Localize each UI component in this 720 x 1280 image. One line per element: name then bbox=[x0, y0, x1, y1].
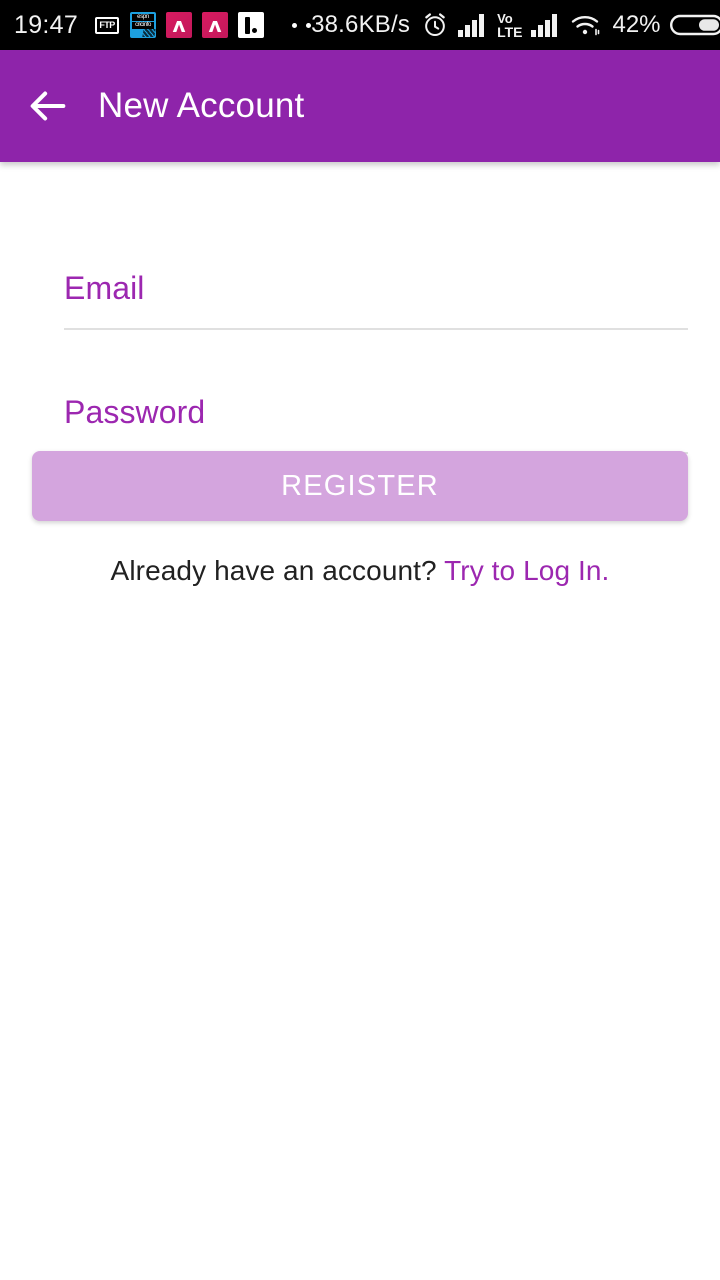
system-status-icons: 38.6KB/s Vo LTE 42% bbox=[311, 11, 720, 39]
ftp-icon-label: FTP bbox=[95, 16, 120, 34]
bar-note-icon-bar bbox=[245, 17, 251, 34]
email-field-label: Email bbox=[64, 270, 145, 306]
wifi-icon bbox=[572, 16, 600, 36]
overflow-dot bbox=[292, 22, 298, 28]
battery-percent-label: 42% bbox=[612, 11, 661, 38]
email-field-group: Email bbox=[64, 272, 688, 330]
acrobat-icon-1: ʌ bbox=[166, 12, 193, 38]
notification-icons: FTP espn cricinfo ʌ ʌ bbox=[94, 12, 312, 38]
network-speed-label: 38.6KB/s bbox=[311, 11, 411, 38]
app-bar: New Account bbox=[0, 50, 720, 162]
status-clock: 19:47 bbox=[14, 10, 79, 39]
volte-icon-bottom: LTE bbox=[497, 23, 523, 40]
password-field-label: Password bbox=[64, 394, 206, 430]
bar-note-icon-dot bbox=[252, 28, 258, 33]
signal-bars-sim2-icon bbox=[531, 14, 558, 37]
bar-note-icon bbox=[238, 12, 265, 38]
back-button[interactable] bbox=[0, 50, 96, 162]
page-title: New Account bbox=[98, 86, 305, 125]
espn-icon-ball bbox=[142, 29, 156, 37]
overflow-dots-icon bbox=[292, 22, 312, 28]
registration-form: Email Password REGISTER Already have an … bbox=[0, 162, 720, 1280]
status-bar: 19:47 FTP espn cricinfo ʌ ʌ 38.6KB/s Vo … bbox=[0, 0, 720, 50]
login-prompt: Already have an account? Try to Log In. bbox=[0, 555, 720, 587]
espn-icon-label-top: espn bbox=[132, 14, 155, 21]
acrobat-icon-2: ʌ bbox=[202, 12, 229, 38]
espn-cricinfo-icon: espn cricinfo bbox=[130, 12, 157, 38]
espn-icon-label-bottom: cricinfo bbox=[132, 22, 155, 29]
email-input[interactable] bbox=[64, 304, 688, 330]
acrobat-icon-1-glyph: ʌ bbox=[172, 13, 186, 37]
volte-icon: Vo LTE bbox=[497, 12, 522, 39]
acrobat-icon-2-glyph: ʌ bbox=[208, 13, 222, 37]
alarm-icon bbox=[425, 13, 445, 37]
back-arrow-icon bbox=[30, 91, 66, 121]
signal-bars-sim1-icon bbox=[458, 14, 485, 37]
login-link[interactable]: Try to Log In. bbox=[444, 555, 609, 586]
ftp-icon: FTP bbox=[94, 12, 121, 38]
password-field-group: Password bbox=[64, 396, 688, 454]
app-screen: 19:47 FTP espn cricinfo ʌ ʌ 38.6KB/s Vo … bbox=[0, 0, 720, 1280]
volte-icon-top: Vo bbox=[497, 10, 513, 26]
login-prompt-text: Already have an account? bbox=[110, 555, 437, 586]
register-button[interactable]: REGISTER bbox=[32, 451, 688, 521]
battery-icon bbox=[669, 14, 720, 36]
